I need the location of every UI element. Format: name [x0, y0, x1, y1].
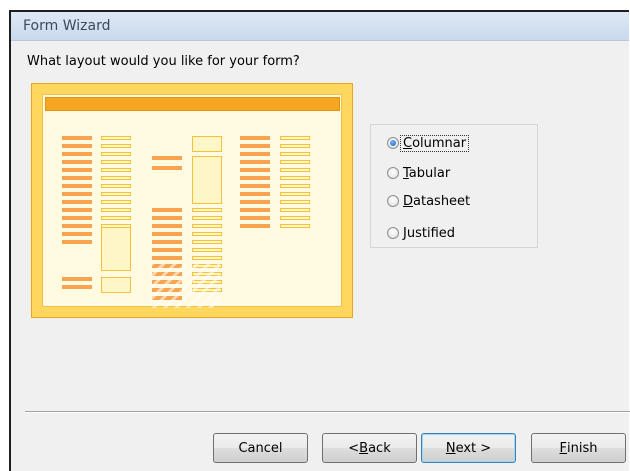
button-separator [25, 411, 630, 413]
preview-label-block [62, 144, 92, 148]
preview-field-block [280, 208, 310, 212]
preview-field-block [192, 232, 222, 236]
layout-options-group: Columnar Tabular Datasheet Justified [370, 124, 538, 248]
preview-label-block [240, 160, 270, 164]
preview-label-block [240, 200, 270, 204]
preview-label-block [152, 232, 182, 236]
preview-field-block [192, 224, 222, 228]
preview-field-block [280, 176, 310, 180]
preview-label-block [152, 248, 182, 252]
next-button[interactable]: Next > [421, 433, 516, 463]
preview-field-block [101, 144, 131, 148]
preview-field-block [280, 200, 310, 204]
preview-label-block [240, 216, 270, 220]
preview-field-block [101, 160, 131, 164]
preview-field-block [192, 208, 222, 212]
preview-label-block [240, 136, 270, 140]
preview-label-block [240, 192, 270, 196]
preview-label-block [240, 152, 270, 156]
preview-field-block [280, 216, 310, 220]
radio-columnar-icon[interactable] [387, 137, 399, 149]
option-justified-label[interactable]: Justified [401, 226, 457, 241]
preview-form-header [45, 97, 340, 111]
preview-field-block [101, 136, 131, 140]
option-tabular[interactable]: Tabular [387, 164, 452, 182]
preview-field-block [192, 248, 222, 252]
option-datasheet[interactable]: Datasheet [387, 192, 472, 210]
radio-justified-icon[interactable] [387, 227, 399, 239]
cancel-button[interactable]: Cancel [213, 433, 308, 463]
preview-field-block [280, 144, 310, 148]
preview-label-block [62, 176, 92, 180]
preview-field-block [101, 200, 131, 204]
preview-label-block [62, 216, 92, 220]
option-tabular-label[interactable]: Tabular [401, 166, 452, 181]
finish-button[interactable]: Finish [531, 433, 626, 463]
option-columnar[interactable]: Columnar [387, 134, 470, 152]
preview-field-block [101, 184, 131, 188]
preview-field-block [101, 192, 131, 196]
preview-field-box [192, 156, 222, 204]
preview-field-block [192, 216, 222, 220]
preview-label-block [62, 136, 92, 140]
preview-label-block [62, 285, 92, 289]
preview-field-block [280, 168, 310, 172]
preview-field-block [101, 216, 131, 220]
preview-field-box [101, 277, 131, 293]
preview-label-block [240, 208, 270, 212]
layout-question: What layout would you like for your form… [27, 54, 300, 69]
preview-label-block [62, 184, 92, 188]
preview-label-block [62, 152, 92, 156]
preview-label-block [240, 144, 270, 148]
preview-label-block [152, 216, 182, 220]
preview-label-block [62, 240, 92, 244]
back-button[interactable]: < Back [322, 433, 417, 463]
preview-field-block [280, 184, 310, 188]
preview-label-block [152, 256, 182, 260]
preview-label-block [62, 200, 92, 204]
form-wizard-dialog: Form Wizard What layout would you like f… [9, 10, 630, 471]
preview-label-block [152, 224, 182, 228]
preview-label-block [62, 277, 92, 281]
preview-field-block [280, 192, 310, 196]
option-datasheet-label[interactable]: Datasheet [401, 194, 472, 209]
preview-label-block [62, 168, 92, 172]
option-justified[interactable]: Justified [387, 224, 457, 242]
preview-label-block [62, 208, 92, 212]
preview-label-block [240, 224, 270, 228]
preview-field-block [101, 176, 131, 180]
preview-field-block [192, 256, 222, 260]
option-columnar-label[interactable]: Columnar [399, 134, 470, 152]
preview-label-block [240, 176, 270, 180]
preview-label-block [240, 184, 270, 188]
radio-datasheet-icon[interactable] [387, 195, 399, 207]
preview-label-block [152, 208, 182, 212]
preview-label-block [62, 224, 92, 228]
title-bar[interactable]: Form Wizard [11, 12, 629, 41]
preview-label-block [152, 156, 182, 160]
preview-label-block [152, 166, 182, 170]
preview-label-block [62, 232, 92, 236]
preview-hatch [150, 264, 220, 308]
preview-field-box [192, 136, 222, 152]
preview-label-block [62, 192, 92, 196]
preview-field-block [280, 160, 310, 164]
preview-field-block [280, 136, 310, 140]
preview-field-block [101, 208, 131, 212]
preview-field-box [101, 227, 131, 271]
radio-tabular-icon[interactable] [387, 167, 399, 179]
preview-field-block [280, 152, 310, 156]
window-title: Form Wizard [23, 18, 111, 34]
preview-field-block [101, 168, 131, 172]
preview-label-block [152, 240, 182, 244]
preview-label-block [240, 168, 270, 172]
preview-label-block [62, 160, 92, 164]
preview-field-block [192, 240, 222, 244]
preview-field-block [101, 152, 131, 156]
preview-field-block [280, 224, 310, 228]
layout-preview [31, 83, 353, 318]
